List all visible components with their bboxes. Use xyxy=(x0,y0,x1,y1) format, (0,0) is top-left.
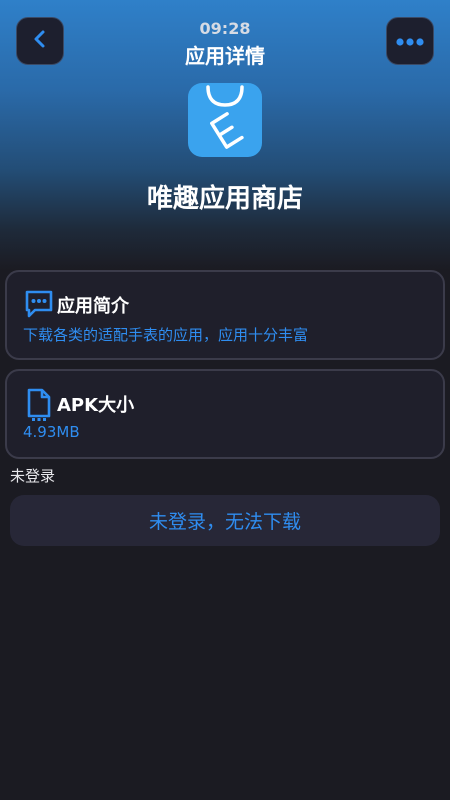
apk-size-title: APK大小 xyxy=(57,395,135,416)
app-name: 唯趣应用商店 xyxy=(146,184,303,214)
file-icon xyxy=(23,387,55,425)
app-store-logo-icon xyxy=(188,83,262,157)
status-time: 09:28 xyxy=(199,19,251,38)
more-button[interactable] xyxy=(386,17,434,65)
page-title: 应用详情 xyxy=(185,44,265,68)
app-detail-screen: 09:28 应用详情 唯趣应用商店 应用简介 下载各类的适配手表的应用，应用十分… xyxy=(0,0,450,800)
intro-description: 下载各类的适配手表的应用，应用十分丰富 xyxy=(23,326,309,344)
apk-size-value: 4.93MB xyxy=(23,423,80,441)
intro-card: 应用简介 下载各类的适配手表的应用，应用十分丰富 xyxy=(5,270,445,360)
chat-bubble-icon xyxy=(23,288,55,324)
apk-size-card: APK大小 4.93MB xyxy=(5,369,445,459)
more-dots-icon xyxy=(395,32,425,51)
header-bar: 09:28 应用详情 xyxy=(0,0,450,75)
download-button[interactable]: 未登录，无法下载 xyxy=(10,495,440,546)
login-status-label: 未登录 xyxy=(10,467,56,485)
intro-title: 应用简介 xyxy=(57,296,129,317)
